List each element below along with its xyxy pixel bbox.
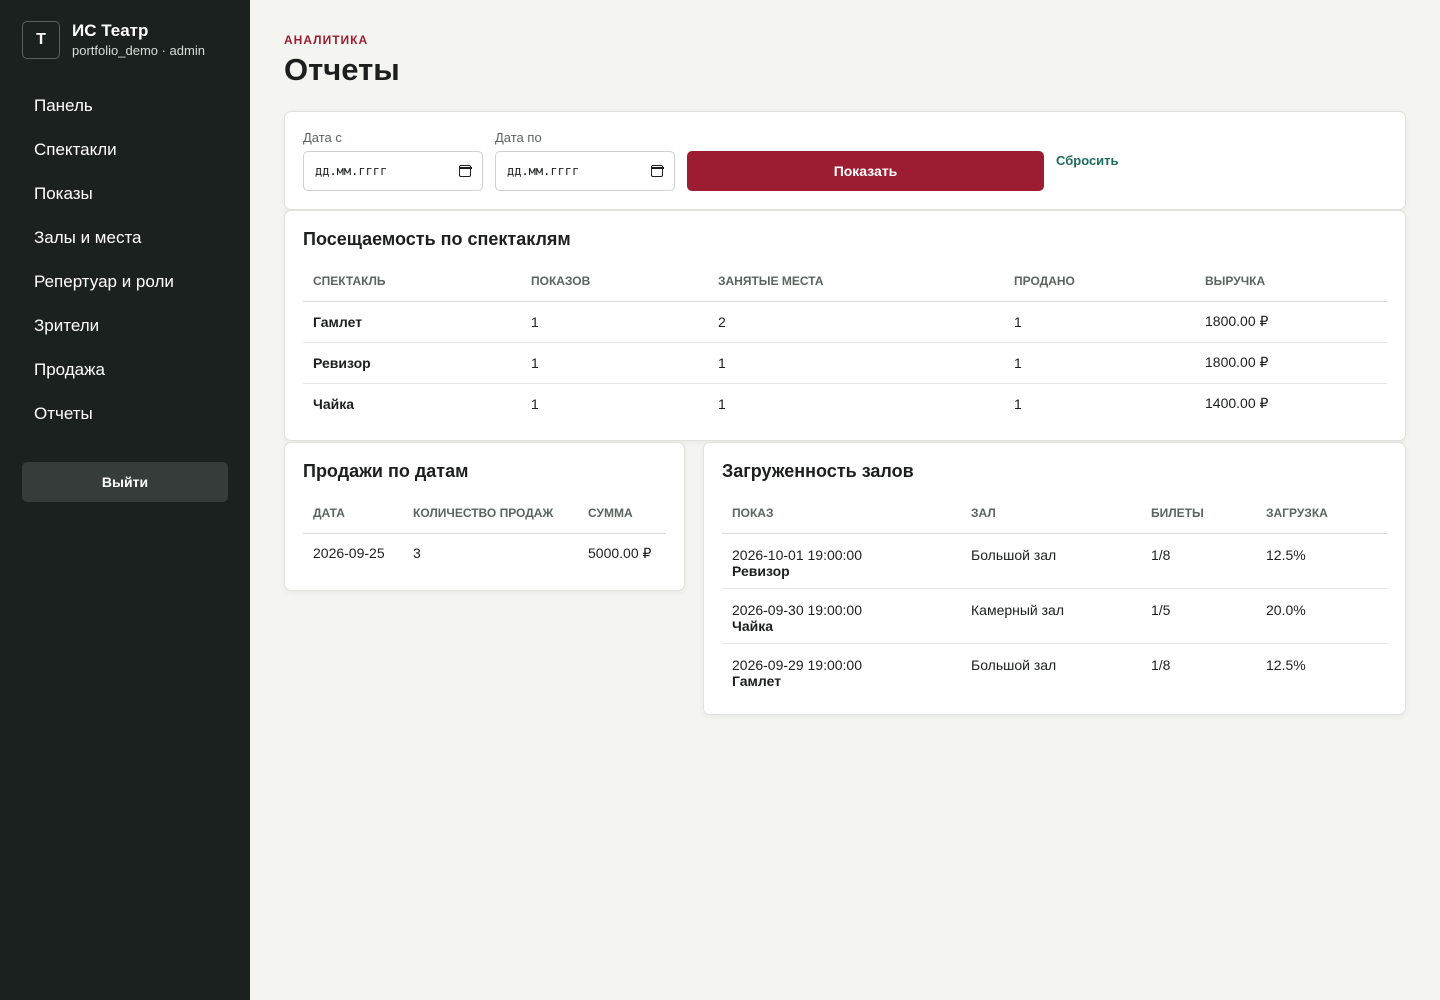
cell-sold: 1: [1014, 395, 1022, 412]
reset-link[interactable]: Сбросить: [1056, 153, 1119, 168]
sidebar-item-reports[interactable]: Отчеты: [22, 392, 228, 436]
cell-date: 2026-09-25: [313, 545, 385, 562]
brand-title: ИС Театр: [72, 21, 149, 40]
column-header: Сумма: [578, 493, 666, 534]
cell-shows: 1: [531, 395, 539, 412]
sidebar-item-spectators[interactable]: Зрители: [22, 304, 228, 348]
date-to-value: дд.мм.гггг: [507, 164, 580, 178]
attendance-title: Посещаемость по спектаклям: [303, 229, 571, 249]
cell-revenue: 1800.00 ₽: [1195, 301, 1387, 343]
cell-tickets: 1/5: [1141, 588, 1256, 644]
cell-performance: Чайка: [313, 395, 355, 412]
sidebar: Т ИС Театр portfolio_demo · admin Панель…: [0, 0, 250, 1000]
show-performance: Гамлет: [732, 672, 782, 689]
show-datetime: 2026-10-01 19:00:00: [732, 546, 862, 563]
sidebar-item-shows[interactable]: Показы: [22, 172, 228, 216]
page-eyebrow: АНАЛИТИКА: [284, 33, 369, 47]
table-row: 2026-09-30 19:00:00 Чайка Камерный зал 1…: [722, 588, 1387, 644]
table-header-row: Спектакль Показов Занятые места Продано …: [303, 261, 1387, 302]
hall-load-card: Загруженность залов Показ Зал Билеты Заг…: [703, 442, 1406, 715]
calendar-icon[interactable]: [458, 165, 472, 177]
cell-tickets: 1/8: [1141, 533, 1256, 589]
cell-performance: Гамлет: [303, 301, 521, 343]
show-button[interactable]: Показать: [687, 151, 1044, 191]
filter-card: Дата с дд.мм.гггг Дата по дд.мм.гггг Пок…: [284, 111, 1406, 210]
page-title: Отчеты: [284, 52, 400, 87]
sidebar-item-sale[interactable]: Продажа: [22, 348, 228, 392]
cell-occupied: 2: [708, 301, 1004, 343]
calendar-icon[interactable]: [650, 165, 664, 177]
cell-tickets: 1/8: [1151, 656, 1171, 673]
brand-subtitle: portfolio_demo · admin: [72, 43, 205, 58]
show-datetime: 2026-09-29 19:00:00: [732, 656, 862, 673]
column-header: Загрузка: [1256, 493, 1387, 534]
cell-sold: 1: [1004, 342, 1195, 384]
cell-load: 12.5%: [1256, 533, 1387, 589]
table-row: 2026-09-25 3 5000.00 ₽: [303, 533, 666, 573]
brand: Т ИС Театр portfolio_demo · admin: [22, 21, 205, 59]
cell-show: 2026-10-01 19:00:00 Ревизор: [722, 533, 961, 589]
sales-title: Продажи по датам: [303, 461, 469, 481]
table-row: 2026-09-29 19:00:00 Гамлет Большой зал 1…: [722, 643, 1387, 698]
attendance-card: Посещаемость по спектаклям Спектакль Пок…: [284, 210, 1406, 441]
date-from-input[interactable]: дд.мм.гггг: [303, 151, 483, 191]
cell-revenue: 1800.00 ₽: [1195, 342, 1387, 384]
cell-sum: 5000.00 ₽: [588, 544, 652, 561]
logout-button[interactable]: Выйти: [22, 462, 228, 502]
cell-occupied: 1: [708, 342, 1004, 384]
brand-logo: Т: [22, 21, 60, 59]
show-performance: Чайка: [732, 617, 774, 634]
cell-load: 12.5%: [1266, 656, 1306, 673]
cell-show: 2026-09-29 19:00:00 Гамлет: [722, 643, 961, 698]
brand-text: ИС Театр portfolio_demo · admin: [72, 21, 205, 59]
load-title: Загруженность залов: [722, 461, 914, 481]
column-header: Спектакль: [303, 261, 521, 302]
cell-shows: 1: [521, 301, 708, 343]
table-row: Чайка 1 1 1 1400.00 ₽: [303, 383, 1387, 424]
cell-performance: Ревизор: [303, 342, 521, 384]
sidebar-item-halls[interactable]: Залы и места: [22, 216, 228, 260]
column-header: Дата: [303, 493, 403, 534]
date-to-label: Дата по: [495, 130, 542, 145]
sidebar-item-repertoire[interactable]: Репертуар и роли: [22, 260, 228, 304]
show-datetime: 2026-09-30 19:00:00: [732, 601, 862, 618]
cell-hall: Большой зал: [971, 656, 1057, 673]
cell-sold: 1: [1004, 301, 1195, 343]
sales-by-date-card: Продажи по датам Дата Количество продаж …: [284, 442, 685, 591]
column-header: Показов: [521, 261, 708, 302]
column-header: Занятые места: [708, 261, 1004, 302]
cell-hall: Большой зал: [961, 533, 1141, 589]
sales-table: Дата Количество продаж Сумма 2026-09-25 …: [303, 493, 666, 573]
sidebar-item-dashboard[interactable]: Панель: [22, 84, 228, 128]
cell-hall: Камерный зал: [961, 588, 1141, 644]
column-header: Показ: [722, 493, 961, 534]
cell-count: 3: [413, 545, 421, 562]
show-performance: Ревизор: [732, 562, 790, 579]
column-header: Выручка: [1195, 261, 1387, 302]
load-table: Показ Зал Билеты Загрузка 2026-10-01 19:…: [722, 493, 1387, 698]
table-header-row: Показ Зал Билеты Загрузка: [722, 493, 1387, 534]
cell-shows: 1: [521, 342, 708, 384]
cell-occupied: 1: [718, 395, 726, 412]
cell-revenue: 1400.00 ₽: [1205, 395, 1269, 412]
date-to-input[interactable]: дд.мм.гггг: [495, 151, 675, 191]
table-row: 2026-10-01 19:00:00 Ревизор Большой зал …: [722, 533, 1387, 589]
cell-show: 2026-09-30 19:00:00 Чайка: [722, 588, 961, 644]
table-header-row: Дата Количество продаж Сумма: [303, 493, 666, 534]
column-header: Продано: [1004, 261, 1195, 302]
column-header: Билеты: [1141, 493, 1256, 534]
attendance-table: Спектакль Показов Занятые места Продано …: [303, 261, 1387, 424]
date-from-value: дд.мм.гггг: [315, 164, 388, 178]
table-row: Гамлет 1 2 1 1800.00 ₽: [303, 301, 1387, 343]
cell-load: 20.0%: [1256, 588, 1387, 644]
column-header: Количество продаж: [403, 493, 578, 534]
date-from-label: Дата с: [303, 130, 342, 145]
column-header: Зал: [961, 493, 1141, 534]
table-row: Ревизор 1 1 1 1800.00 ₽: [303, 342, 1387, 384]
sidebar-nav: Панель Спектакли Показы Залы и места Реп…: [22, 84, 228, 436]
sidebar-item-performances[interactable]: Спектакли: [22, 128, 228, 172]
